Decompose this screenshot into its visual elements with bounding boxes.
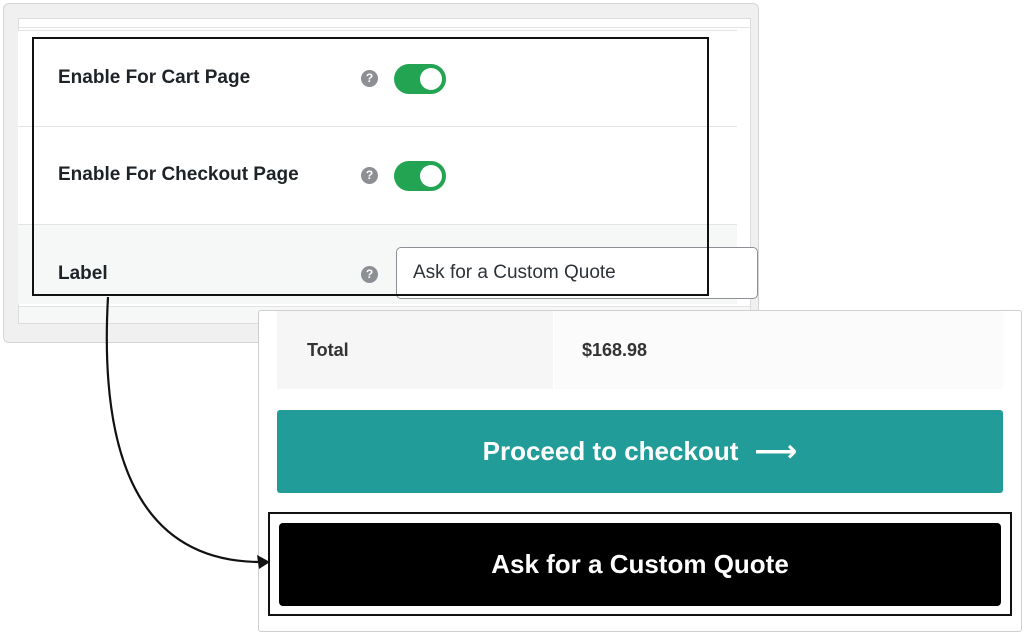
question-circle-icon[interactable]: ? xyxy=(361,266,378,283)
question-circle-icon[interactable]: ? xyxy=(361,70,378,87)
proceed-to-checkout-button[interactable]: Proceed to checkout ⟶ xyxy=(277,410,1003,493)
setting-label-cart-page: Enable For Cart Page xyxy=(58,67,251,88)
cart-total-row: Total $168.98 xyxy=(277,311,1003,389)
arrow-right-icon: ⟶ xyxy=(754,434,798,468)
settings-panel: Enable For Cart Page ? Enable For Checko… xyxy=(3,3,759,343)
setting-label-checkout-page: Enable For Checkout Page xyxy=(58,164,299,185)
question-circle-icon[interactable]: ? xyxy=(361,167,378,184)
checkout-button-label: Proceed to checkout xyxy=(482,436,739,466)
custom-quote-button[interactable]: Ask for a Custom Quote xyxy=(279,523,1001,606)
cart-panel: Total $168.98 Proceed to checkout ⟶ Ask … xyxy=(258,310,1022,632)
setting-label-label: Label xyxy=(58,263,108,284)
setting-row-checkout-page: Enable For Checkout Page ? xyxy=(18,126,737,224)
toggle-knob xyxy=(420,68,442,90)
toggle-knob xyxy=(420,165,442,187)
setting-row-cart-page: Enable For Cart Page ? xyxy=(18,30,737,126)
total-value: $168.98 xyxy=(554,311,1003,389)
quote-highlight-frame: Ask for a Custom Quote xyxy=(268,512,1012,616)
toggle-cart-page[interactable] xyxy=(394,64,446,94)
toggle-checkout-page[interactable] xyxy=(394,161,446,191)
label-input[interactable] xyxy=(396,247,758,299)
divider xyxy=(19,27,750,28)
total-label: Total xyxy=(277,311,554,389)
setting-row-label: Label ? xyxy=(18,224,758,304)
